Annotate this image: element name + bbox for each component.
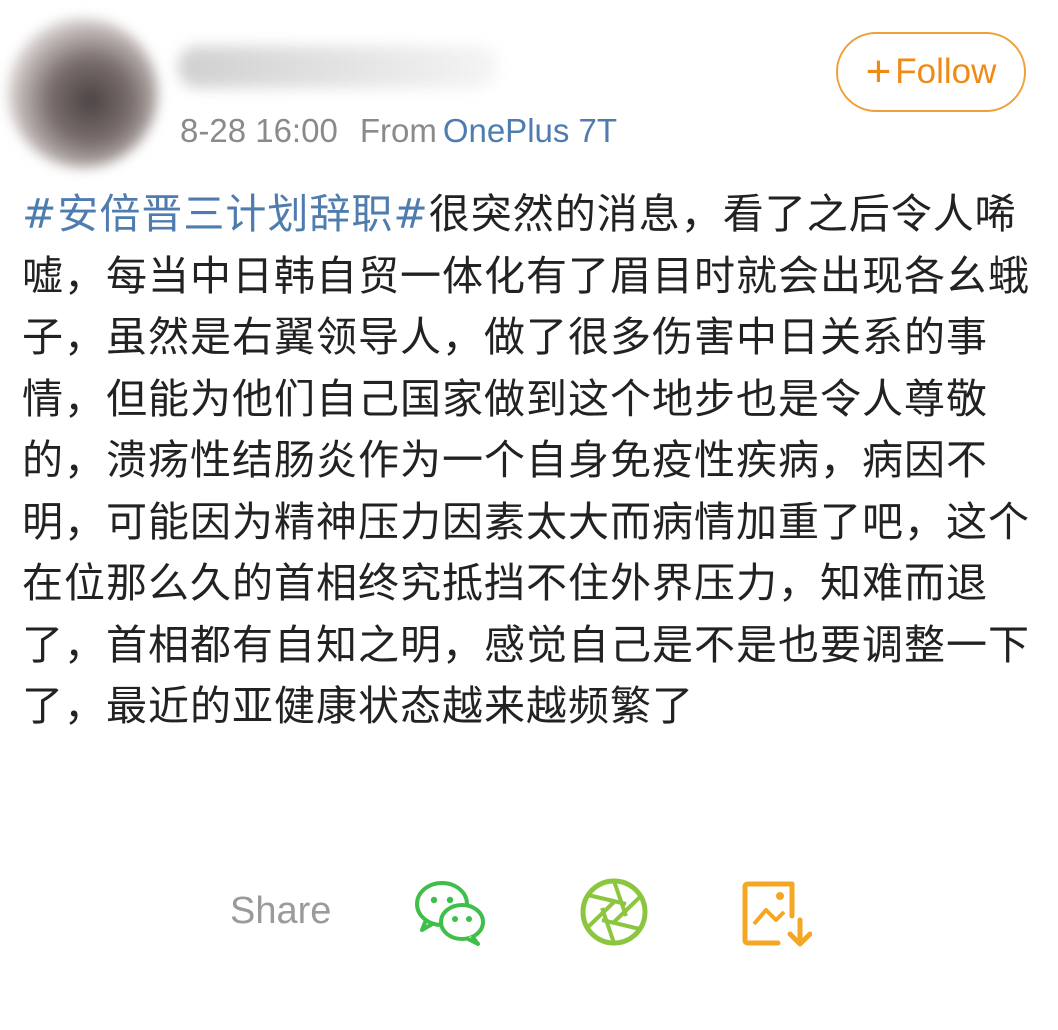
post-body: 很突然的消息，看了之后令人唏嘘，每当中日韩自贸一体化有了眉目时就会出现各幺蛾子，… — [22, 190, 1030, 730]
plus-icon: + — [865, 47, 892, 96]
username-blurred[interactable] — [178, 46, 498, 88]
share-label: Share — [230, 890, 332, 932]
follow-label: Follow — [895, 52, 997, 91]
post-meta: 8-28 16:00 From OnePlus 7T — [180, 112, 617, 150]
post-text: #安倍晋三计划辞职#很突然的消息，看了之后令人唏嘘，每当中日韩自贸一体化有了眉目… — [22, 184, 1032, 738]
from-label: From — [359, 112, 437, 149]
follow-button[interactable]: + Follow — [836, 32, 1026, 112]
device-link[interactable]: OnePlus 7T — [443, 112, 617, 149]
avatar[interactable] — [8, 18, 158, 168]
wechat-icon[interactable] — [412, 876, 488, 948]
save-image-icon[interactable] — [742, 880, 812, 948]
moments-icon[interactable] — [576, 876, 652, 948]
hashtag-link[interactable]: #安倍晋三计划辞职# — [22, 190, 429, 238]
post-time: 8-28 16:00 — [180, 112, 338, 149]
